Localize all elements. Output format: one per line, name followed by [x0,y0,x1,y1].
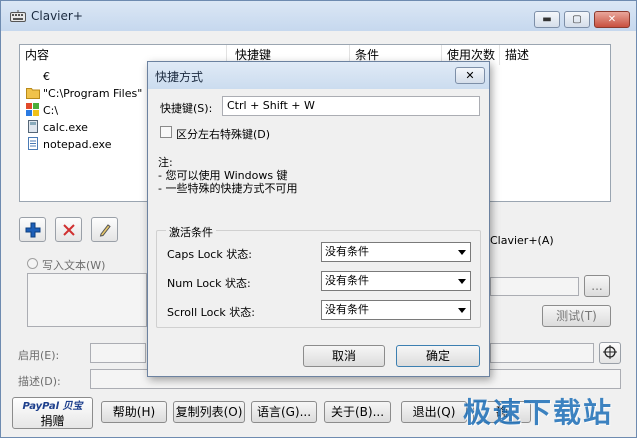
folder-icon [26,86,40,99]
distinguish-label: 区分左右特殊键(D) [176,128,271,141]
scroll-lock-value: 没有条件 [325,303,369,316]
drive-icon [26,103,40,116]
list-item[interactable]: "C:\Program Files" [26,85,142,102]
paypal-logo: PayPal 贝宝 [22,401,83,412]
scroll-lock-select[interactable]: 没有条件 [321,300,471,320]
maximize-button[interactable]: ▢ [564,11,590,28]
chevron-down-icon [458,279,466,284]
donate-label: 捐赠 [40,414,65,428]
list-item[interactable]: calc.exe [26,119,88,136]
enable-label: 启用(E): [18,349,60,362]
plus-icon [25,220,41,239]
hotkey-label: 快捷键(S): [160,102,213,115]
target-button[interactable] [599,342,621,364]
keyboard-icon [10,9,26,22]
list-item-label: calc.exe [43,121,88,134]
cancel-button[interactable]: 取消 [303,345,385,367]
delete-button[interactable] [55,217,82,242]
title-bar[interactable]: Clavier+ ▬ ▢ ✕ [1,1,636,31]
chevron-down-icon [458,308,466,313]
list-item[interactable]: € [26,68,50,85]
caps-lock-select[interactable]: 没有条件 [321,242,471,262]
edit-button[interactable] [91,217,118,242]
list-item-label: € [43,70,50,83]
column-header-description[interactable]: 描述 [500,45,610,65]
dialog-title: 快捷方式 [155,70,204,84]
distinguish-checkbox[interactable] [160,126,172,138]
write-text-radio[interactable] [27,258,38,269]
main-window: Clavier+ ▬ ▢ ✕ 内容 快捷键 条件 使用次数 描述 € "C:\P… [0,0,637,438]
text-icon [26,69,40,82]
caps-lock-value: 没有条件 [325,245,369,258]
num-lock-select[interactable]: 没有条件 [321,271,471,291]
dialog-ok-button[interactable]: 确定 [396,345,480,367]
list-item-label: "C:\Program Files" [43,87,143,100]
about-button[interactable]: 关于(B)... [324,401,391,423]
copy-list-button[interactable]: 复制列表(O) [173,401,245,423]
num-lock-label: Num Lock 状态: [167,277,251,290]
calculator-icon [26,120,40,133]
enable-field-right[interactable] [490,343,594,363]
minimize-icon: ▬ [542,14,552,25]
description-label: 描述(D): [18,375,61,388]
donate-button[interactable]: PayPal 贝宝 捐赠 [12,397,93,429]
list-item[interactable]: C:\ [26,102,58,119]
cross-icon [62,220,76,239]
browse-button[interactable]: ... [584,275,610,297]
maximize-icon: ▢ [572,14,582,25]
list-item-label: notepad.exe [43,138,112,151]
add-button[interactable] [19,217,46,242]
caps-lock-label: Caps Lock 状态: [167,248,252,261]
write-text-area[interactable] [27,273,147,327]
list-item-label: C:\ [43,104,59,117]
exit-button[interactable]: 退出(Q) [401,401,467,423]
list-item[interactable]: notepad.exe [26,136,112,153]
help-button[interactable]: 帮助(H) [101,401,167,423]
enable-field[interactable] [90,343,146,363]
minimize-button[interactable]: ▬ [534,11,560,28]
command-field[interactable] [490,277,579,296]
notepad-icon [26,137,40,150]
dialog-title-bar[interactable]: 快捷方式 ✕ [148,62,489,89]
num-lock-value: 没有条件 [325,274,369,287]
dialog-close-button[interactable]: ✕ [455,67,485,84]
crosshair-icon [603,345,617,360]
activation-group-label: 激活条件 [166,224,216,240]
close-button[interactable]: ✕ [594,11,630,28]
window-title: Clavier+ [31,9,83,23]
hotkey-suffix-text: Clavier+(A) [490,234,554,247]
hotkey-input[interactable]: Ctrl + Shift + W [222,96,480,116]
write-text-label: 写入文本(W) [42,259,106,272]
watermark: 极速下载站 [463,396,614,429]
chevron-down-icon [458,250,466,255]
language-button[interactable]: 语言(G)... [251,401,317,423]
note-line-2: - 一些特殊的快捷方式不可用 [158,182,298,195]
close-icon: ✕ [607,14,617,25]
shortcut-dialog: 快捷方式 ✕ 快捷键(S): Ctrl + Shift + W 区分左右特殊键(… [147,61,490,377]
pencil-icon [98,220,112,239]
close-icon: ✕ [465,69,475,82]
scroll-lock-label: Scroll Lock 状态: [167,306,255,319]
test-button[interactable]: 测试(T) [542,305,611,327]
